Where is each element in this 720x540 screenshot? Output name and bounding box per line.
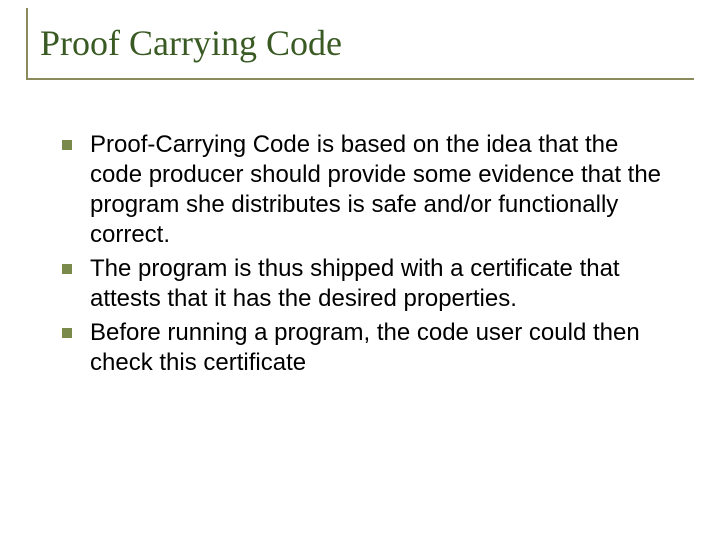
square-bullet-icon (62, 264, 72, 274)
square-bullet-icon (62, 140, 72, 150)
bullet-text: The program is thus shipped with a certi… (90, 254, 676, 314)
slide: Proof Carrying Code Proof-Carrying Code … (0, 0, 720, 540)
bullet-text: Proof-Carrying Code is based on the idea… (90, 130, 676, 250)
bullet-text: Before running a program, the code user … (90, 318, 676, 378)
square-bullet-icon (62, 328, 72, 338)
slide-content: Proof-Carrying Code is based on the idea… (20, 130, 700, 378)
list-item: Before running a program, the code user … (62, 318, 676, 378)
list-item: The program is thus shipped with a certi… (62, 254, 676, 314)
title-container: Proof Carrying Code (26, 8, 694, 80)
slide-title: Proof Carrying Code (40, 22, 694, 64)
list-item: Proof-Carrying Code is based on the idea… (62, 130, 676, 250)
